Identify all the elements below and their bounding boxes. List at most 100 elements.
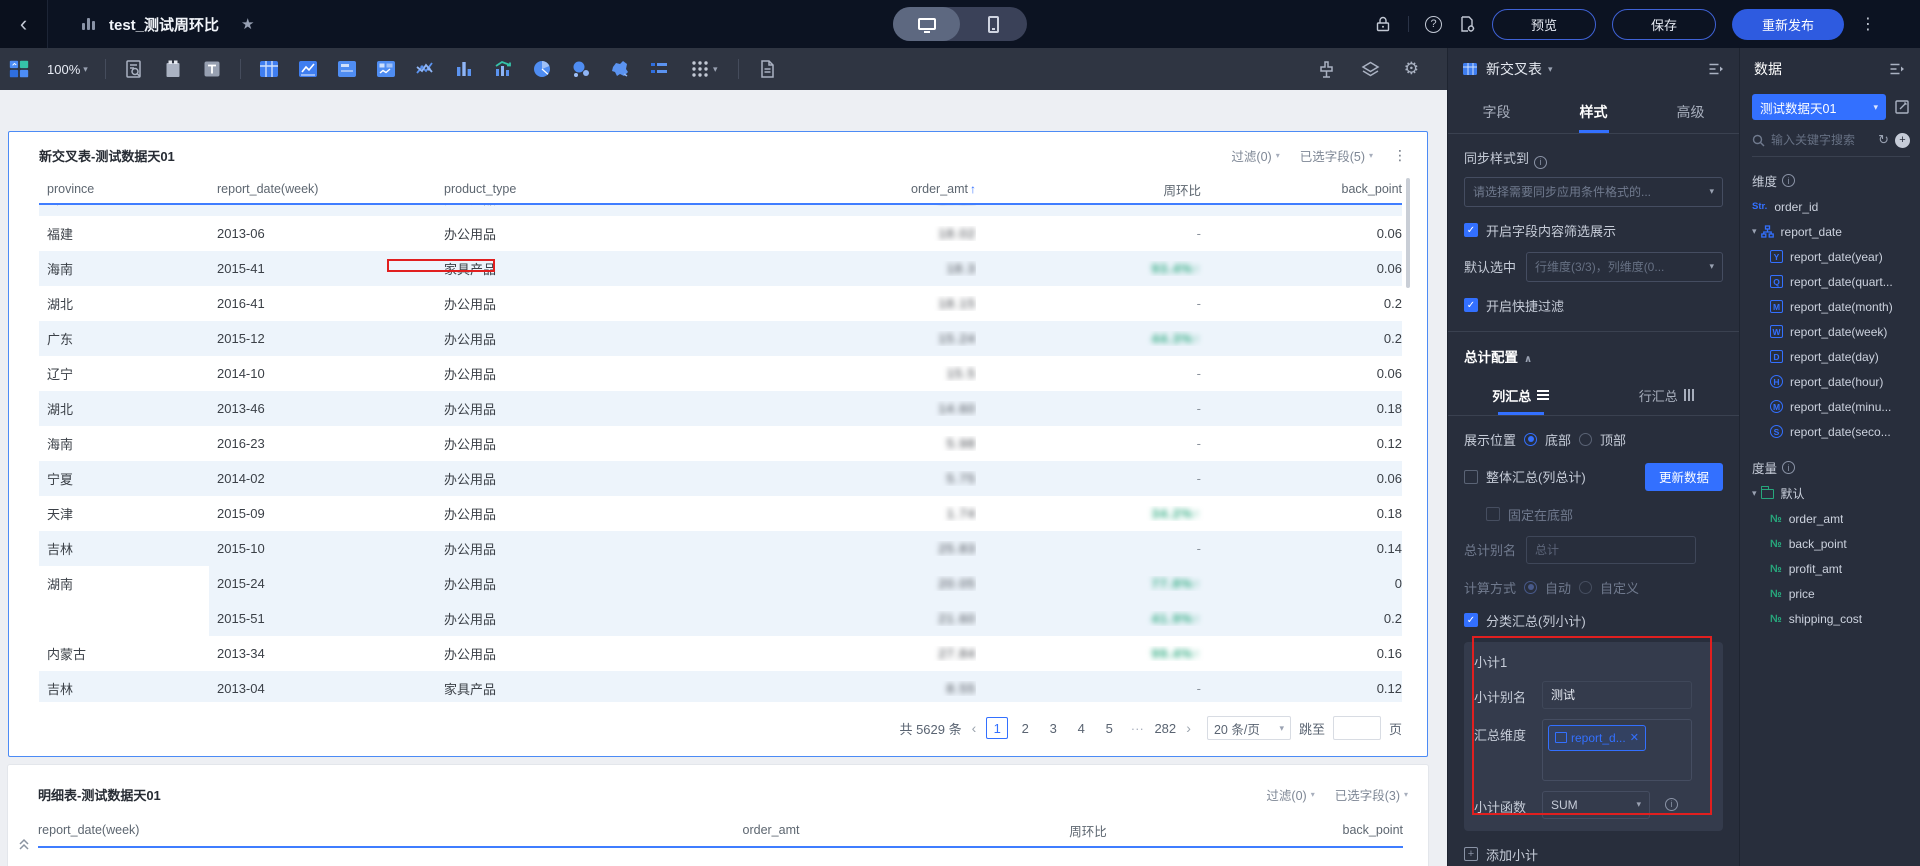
dimension-field-report_datequart[interactable]: Qreport_date(quart... bbox=[1740, 269, 1920, 294]
tab-advanced[interactable]: 高级 bbox=[1642, 90, 1739, 133]
collapse-panel-icon[interactable] bbox=[1888, 60, 1906, 78]
app-grid-icon[interactable] bbox=[8, 58, 30, 80]
card-menu-icon[interactable]: ⋮ bbox=[1393, 147, 1407, 164]
bubble-chart-icon[interactable] bbox=[570, 58, 592, 80]
col-week[interactable]: report_date(week) bbox=[209, 182, 436, 196]
next-page-icon[interactable]: › bbox=[1184, 720, 1193, 736]
table-row[interactable]: 海南 2016-23 办公用品 5.98 - 0.12 bbox=[39, 426, 1402, 461]
dimension-field-report_datehour[interactable]: Hreport_date(hour) bbox=[1740, 369, 1920, 394]
page-5[interactable]: 5 bbox=[1098, 717, 1120, 739]
selected-widget-name[interactable]: 新交叉表 bbox=[1486, 59, 1542, 79]
page-doc-icon[interactable] bbox=[756, 58, 778, 80]
more-menu-icon[interactable]: ⋮ bbox=[1860, 14, 1876, 34]
zoom-control[interactable]: 100% ▾ bbox=[47, 62, 88, 77]
col-product[interactable]: product_type bbox=[436, 182, 686, 196]
table-row[interactable]: 吉林 2013-04 家具产品 8.55 - 0.12 bbox=[39, 671, 1402, 702]
radio-auto[interactable] bbox=[1524, 580, 1538, 594]
page-4[interactable]: 4 bbox=[1070, 717, 1092, 739]
search-input[interactable] bbox=[1771, 133, 1873, 147]
measure-field-back_point[interactable]: № back_point bbox=[1740, 531, 1920, 556]
combo-chart-icon[interactable] bbox=[414, 58, 436, 80]
chevron-down-icon[interactable]: ▾ bbox=[1752, 488, 1757, 499]
save-button[interactable]: 保存 bbox=[1612, 8, 1716, 40]
col-week[interactable]: report_date(week) bbox=[38, 823, 571, 837]
table-row[interactable]: 湖南 2015-24 办公用品 20.05 77.8%↑ 0 bbox=[39, 566, 1402, 601]
checkbox-field-filter[interactable]: ✓ bbox=[1464, 223, 1478, 237]
doc-settings-icon[interactable] bbox=[1458, 15, 1476, 33]
dataset-select[interactable]: 测试数据天01 ▾ bbox=[1752, 94, 1886, 120]
collapse-panel-icon[interactable] bbox=[1707, 60, 1725, 78]
format-brush-icon[interactable] bbox=[1316, 58, 1338, 80]
more-charts-icon[interactable]: ▾ bbox=[687, 58, 721, 80]
bar-chart-icon[interactable] bbox=[453, 58, 475, 80]
dimension-chip[interactable]: report_d... ✕ bbox=[1548, 724, 1646, 751]
page-1[interactable]: 1 bbox=[986, 717, 1009, 739]
total-alias-input[interactable] bbox=[1526, 535, 1697, 564]
dimension-field-order_id[interactable]: Str. order_id bbox=[1740, 194, 1920, 219]
favorite-star-icon[interactable]: ★ bbox=[241, 15, 254, 33]
subtotal-fn-select[interactable]: SUM ▾ bbox=[1542, 790, 1650, 819]
tab-style[interactable]: 样式 bbox=[1545, 90, 1642, 133]
col-province[interactable]: province bbox=[39, 182, 209, 196]
update-data-button[interactable]: 更新数据 bbox=[1645, 462, 1723, 491]
chevron-down-icon[interactable]: ▾ bbox=[1752, 226, 1757, 237]
crosstab-card[interactable]: 新交叉表-测试数据天01 过滤(0) ▾ 已选字段(5) ▾ ⋮ province … bbox=[8, 131, 1428, 757]
card-widget-icon[interactable] bbox=[336, 58, 358, 80]
measure-field-price[interactable]: № price bbox=[1740, 581, 1920, 606]
table-row[interactable]: 2015-51 办公用品 21.60 41.9%↑ 0.2 bbox=[39, 601, 1402, 636]
page-2[interactable]: 2 bbox=[1014, 717, 1036, 739]
dimension-field-report_dateseco[interactable]: Sreport_date(seco... bbox=[1740, 419, 1920, 444]
selected-fields-control[interactable]: 已选字段(3) ▾ bbox=[1335, 785, 1408, 804]
col-wow[interactable]: 周环比 bbox=[971, 821, 1205, 840]
china-map-icon[interactable] bbox=[609, 58, 631, 80]
crosstab-chart-icon[interactable] bbox=[258, 58, 280, 80]
page-ellipsis[interactable]: ··· bbox=[1126, 717, 1148, 739]
page-282[interactable]: 282 bbox=[1154, 717, 1176, 739]
table-row[interactable]: 福建 2013-06 办公用品 18.02 - 0.06 bbox=[39, 216, 1402, 251]
detail-card[interactable]: 明细表-测试数据天01 过滤(0) ▾ 已选字段(3) ▾ report_date(… bbox=[8, 765, 1428, 866]
tab-column-total[interactable]: 列汇总 bbox=[1448, 376, 1594, 415]
table-row[interactable]: 宁夏 2014-02 办公用品 5.75 - 0.06 bbox=[39, 461, 1402, 496]
query-control-icon[interactable] bbox=[123, 58, 145, 80]
text-widget-icon[interactable] bbox=[201, 58, 223, 80]
preview-button[interactable]: 预览 bbox=[1492, 8, 1596, 40]
dashboard-blocks-icon[interactable] bbox=[375, 58, 397, 80]
measure-field-shipping_cost[interactable]: № shipping_cost bbox=[1740, 606, 1920, 631]
dimension-field-report_dateday[interactable]: Dreport_date(day) bbox=[1740, 344, 1920, 369]
tab-row-total[interactable]: 行汇总 bbox=[1594, 376, 1740, 415]
col-order-amt[interactable]: order_amt bbox=[571, 823, 971, 837]
selected-fields-control[interactable]: 已选字段(5) ▾ bbox=[1300, 146, 1373, 165]
dimension-field-report_datemonth[interactable]: Mreport_date(month) bbox=[1740, 294, 1920, 319]
help-icon[interactable]: ? bbox=[1425, 15, 1442, 33]
prev-page-icon[interactable]: ‹ bbox=[970, 720, 979, 736]
collapse-card-icon[interactable] bbox=[18, 837, 30, 851]
chevron-down-icon[interactable]: ▾ bbox=[1548, 64, 1553, 75]
col-back-point[interactable]: back_point bbox=[1205, 823, 1403, 837]
filter-control[interactable]: 过滤(0) ▾ bbox=[1231, 146, 1279, 165]
page-3[interactable]: 3 bbox=[1042, 717, 1064, 739]
table-row[interactable]: 广东 2015-12 办公用品 15.24 44.3%↑ 0.2 bbox=[39, 321, 1402, 356]
radio-custom[interactable] bbox=[1579, 580, 1593, 594]
dimension-field-report_dateweek[interactable]: Wreport_date(week) bbox=[1740, 319, 1920, 344]
measure-group[interactable]: ▾ 默认 bbox=[1740, 481, 1920, 506]
settings-gear-icon[interactable]: ⚙ bbox=[1404, 59, 1419, 79]
refresh-icon[interactable]: ↻ bbox=[1878, 132, 1889, 148]
total-config-section[interactable]: 总计配置 ∧ bbox=[1464, 346, 1723, 366]
measure-field-profit_amt[interactable]: № profit_amt bbox=[1740, 556, 1920, 581]
table-row[interactable]: 湖北 2013-46 办公用品 14.60 - 0.18 bbox=[39, 391, 1402, 426]
desktop-toggle[interactable] bbox=[893, 7, 960, 41]
table-row[interactable]: 新疆2014-52办公用品 14.15 - 0.02 bbox=[39, 205, 1402, 216]
checkbox-overall-total[interactable] bbox=[1464, 469, 1478, 484]
col-order-amt[interactable]: order_amt ↑ bbox=[686, 182, 976, 196]
lock-icon[interactable] bbox=[1374, 15, 1392, 33]
jump-page-input[interactable] bbox=[1332, 716, 1381, 740]
trend-chart-icon[interactable] bbox=[492, 58, 514, 80]
filter-control[interactable]: 过滤(0) ▾ bbox=[1266, 785, 1314, 804]
list-view-icon[interactable] bbox=[648, 58, 670, 80]
clipboard-icon[interactable] bbox=[162, 58, 184, 80]
measure-field-order_amt[interactable]: № order_amt bbox=[1740, 506, 1920, 531]
default-selected-select[interactable]: 行维度(3/3)，列维度(0... ▾ bbox=[1526, 251, 1723, 282]
checkbox-quick-filter[interactable]: ✓ bbox=[1464, 298, 1478, 312]
col-back-point[interactable]: back_point bbox=[1306, 182, 1402, 196]
remove-chip-icon[interactable]: ✕ bbox=[1630, 731, 1639, 744]
